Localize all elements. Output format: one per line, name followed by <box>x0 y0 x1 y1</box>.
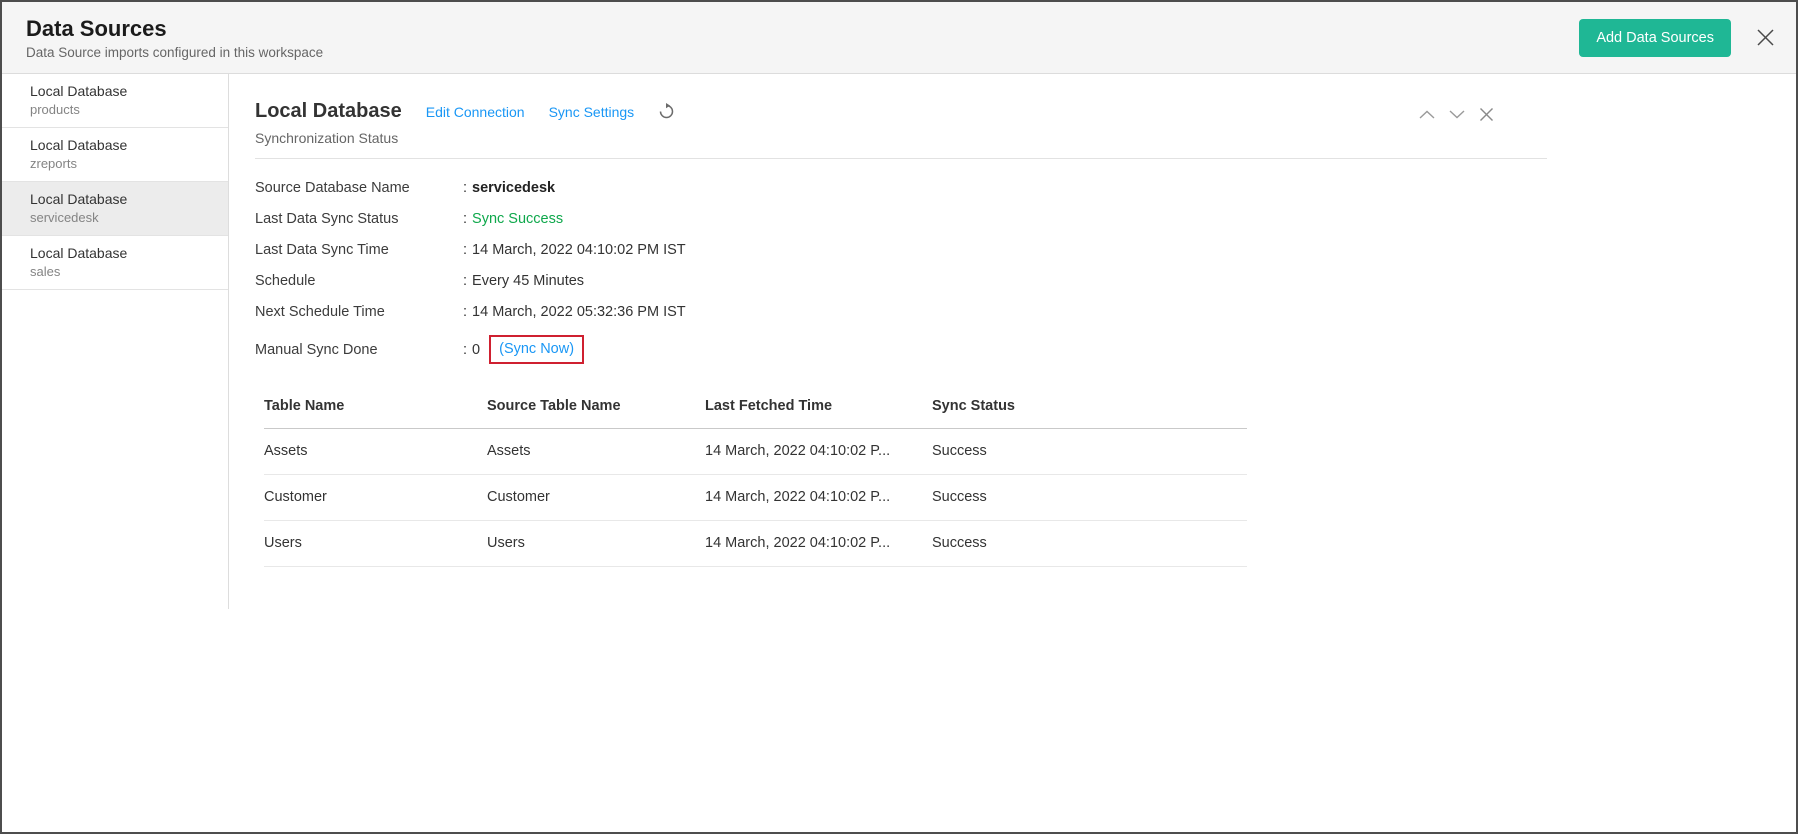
sync-status-value: Sync Success <box>472 211 563 227</box>
detail-row-next-schedule-time: Next Schedule Time : 14 March, 2022 05:3… <box>255 297 1547 328</box>
panel-header: Local Database Edit Connection Sync Sett… <box>255 100 1547 123</box>
sidebar-item-products[interactable]: Local Database products <box>2 74 228 128</box>
cell-table-name: Users <box>264 521 487 567</box>
col-header-last-fetched-time: Last Fetched Time <box>705 394 932 429</box>
manual-sync-count: 0 <box>472 342 480 358</box>
page-header: Data Sources Data Source imports configu… <box>2 2 1796 74</box>
sync-now-highlight-box: (Sync Now) <box>489 335 584 364</box>
colon-separator: : <box>463 342 467 358</box>
sidebar-item-servicedesk[interactable]: Local Database servicedesk <box>2 182 228 236</box>
panel-subtitle: Synchronization Status <box>255 130 1547 146</box>
sidebar-item-subtitle: products <box>30 102 216 117</box>
col-header-source-table-name: Source Table Name <box>487 394 705 429</box>
close-icon[interactable] <box>1755 27 1776 48</box>
page-header-text: Data Sources Data Source imports configu… <box>26 16 1579 60</box>
refresh-icon[interactable] <box>658 103 675 120</box>
colon-separator: : <box>463 273 467 289</box>
detail-row-schedule: Schedule : Every 45 Minutes <box>255 266 1547 297</box>
colon-separator: : <box>463 180 467 196</box>
cell-table-name: Customer <box>264 475 487 521</box>
cell-last-fetched-time: 14 March, 2022 04:10:02 P... <box>705 475 932 521</box>
data-source-detail-panel: Local Database Edit Connection Sync Sett… <box>229 74 1796 567</box>
chevron-up-icon[interactable] <box>1418 109 1436 120</box>
sidebar-item-title: Local Database <box>30 137 216 153</box>
sync-details: Source Database Name : servicedesk Last … <box>255 173 1547 372</box>
detail-value: servicedesk <box>472 180 555 196</box>
sidebar-item-title: Local Database <box>30 191 216 207</box>
sync-settings-link[interactable]: Sync Settings <box>549 104 635 120</box>
tables-sync-table: Table Name Source Table Name Last Fetche… <box>264 394 1247 567</box>
cell-sync-status: Success <box>932 521 1247 567</box>
colon-separator: : <box>463 242 467 258</box>
detail-row-source-database-name: Source Database Name : servicedesk <box>255 173 1547 204</box>
add-data-sources-button[interactable]: Add Data Sources <box>1579 19 1731 57</box>
divider <box>255 158 1547 159</box>
sidebar-item-subtitle: servicedesk <box>30 210 216 225</box>
detail-label: Last Data Sync Time <box>255 242 463 258</box>
cell-sync-status: Success <box>932 475 1247 521</box>
detail-value: 14 March, 2022 05:32:36 PM IST <box>472 304 686 320</box>
cell-source-table-name: Users <box>487 521 705 567</box>
edit-connection-link[interactable]: Edit Connection <box>426 104 525 120</box>
detail-label: Next Schedule Time <box>255 304 463 320</box>
page-subtitle: Data Source imports configured in this w… <box>26 45 1579 60</box>
detail-value: Every 45 Minutes <box>472 273 584 289</box>
sidebar-item-zreports[interactable]: Local Database zreports <box>2 128 228 182</box>
cell-table-name: Assets <box>264 429 487 475</box>
detail-value: 14 March, 2022 04:10:02 PM IST <box>472 242 686 258</box>
table-header-row: Table Name Source Table Name Last Fetche… <box>264 394 1247 429</box>
sidebar-item-subtitle: sales <box>30 264 216 279</box>
detail-label: Schedule <box>255 273 463 289</box>
page-title: Data Sources <box>26 16 1579 42</box>
cell-last-fetched-time: 14 March, 2022 04:10:02 P... <box>705 521 932 567</box>
cell-source-table-name: Assets <box>487 429 705 475</box>
detail-row-last-data-sync-time: Last Data Sync Time : 14 March, 2022 04:… <box>255 235 1547 266</box>
detail-row-last-data-sync-status: Last Data Sync Status : Sync Success <box>255 204 1547 235</box>
chevron-down-icon[interactable] <box>1448 109 1466 120</box>
sidebar-item-subtitle: zreports <box>30 156 216 171</box>
sidebar-item-sales[interactable]: Local Database sales <box>2 236 228 290</box>
content-area: Local Database products Local Database z… <box>2 74 1796 832</box>
panel-title: Local Database <box>255 100 402 123</box>
table-row: Assets Assets 14 March, 2022 04:10:02 P.… <box>264 429 1247 475</box>
table-row: Users Users 14 March, 2022 04:10:02 P...… <box>264 521 1247 567</box>
sidebar-item-title: Local Database <box>30 83 216 99</box>
detail-label: Manual Sync Done <box>255 342 463 358</box>
colon-separator: : <box>463 304 467 320</box>
data-source-list: Local Database products Local Database z… <box>2 74 229 609</box>
cell-sync-status: Success <box>932 429 1247 475</box>
cell-source-table-name: Customer <box>487 475 705 521</box>
data-sources-page: Data Sources Data Source imports configu… <box>0 0 1798 834</box>
detail-label: Source Database Name <box>255 180 463 196</box>
table-row: Customer Customer 14 March, 2022 04:10:0… <box>264 475 1247 521</box>
colon-separator: : <box>463 211 467 227</box>
col-header-table-name: Table Name <box>264 394 487 429</box>
detail-row-manual-sync-done: Manual Sync Done : 0 (Sync Now) <box>255 328 1547 372</box>
cell-last-fetched-time: 14 March, 2022 04:10:02 P... <box>705 429 932 475</box>
sidebar-item-title: Local Database <box>30 245 216 261</box>
panel-nav-icons <box>1418 106 1495 123</box>
col-header-sync-status: Sync Status <box>932 394 1247 429</box>
detail-label: Last Data Sync Status <box>255 211 463 227</box>
refresh-icon-glyph <box>658 103 675 120</box>
panel-close-icon[interactable] <box>1478 106 1495 123</box>
close-icon-glyph <box>1755 27 1776 48</box>
sync-now-link[interactable]: (Sync Now) <box>499 341 574 357</box>
